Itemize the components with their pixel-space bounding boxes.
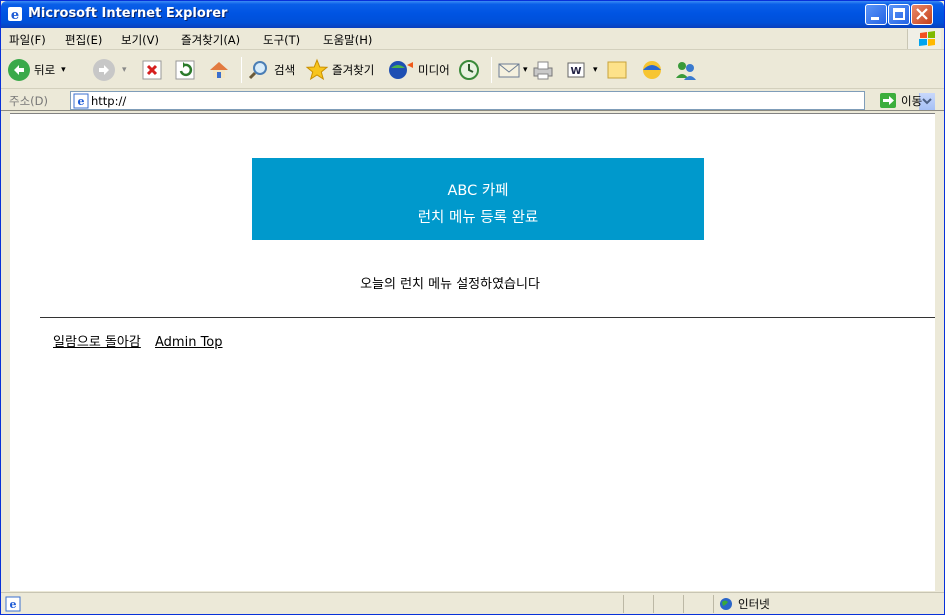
zone-label: 인터넷 — [738, 597, 770, 611]
stop-button[interactable] — [141, 57, 163, 83]
menu-view[interactable]: 보기(V) — [121, 32, 159, 48]
back-label: 뒤로 — [34, 63, 56, 77]
refresh-icon — [175, 60, 195, 80]
globe-icon — [720, 598, 732, 610]
address-input[interactable]: e http:// — [70, 91, 935, 110]
back-dropdown-icon: ▾ — [61, 65, 66, 75]
forward-arrow-icon — [93, 59, 115, 81]
minimize-icon — [871, 17, 879, 20]
close-icon — [916, 8, 928, 20]
banner-title: ABC 카페 — [447, 183, 509, 199]
media-button[interactable]: 미디어 — [387, 57, 450, 83]
mail-icon — [498, 63, 520, 78]
search-label: 검색 — [274, 63, 296, 77]
edit-button[interactable]: W ▾ — [565, 57, 598, 83]
messenger-icon — [643, 61, 661, 79]
media-label: 미디어 — [418, 63, 450, 77]
minimize-button[interactable] — [865, 4, 887, 25]
search-button[interactable]: 검색 — [247, 57, 295, 83]
edit-dropdown-icon: ▾ — [593, 65, 598, 75]
go-label: 이동 — [901, 93, 923, 108]
address-bar: 주소(D) e http:// 이동 — [1, 90, 944, 111]
address-value: http:// — [91, 94, 127, 108]
close-button[interactable] — [911, 4, 933, 25]
back-to-list-link[interactable]: 일람으로 돌아감 — [53, 335, 141, 350]
word-icon: W — [567, 62, 585, 78]
maximize-icon — [893, 8, 905, 20]
page-banner: ABC 카페 런치 메뉴 등록 완료 — [252, 158, 704, 240]
back-arrow-icon — [8, 59, 30, 81]
favorites-button[interactable]: 즐겨찾기 — [305, 57, 374, 83]
back-button[interactable]: 뒤로 ▾ — [7, 57, 66, 83]
page-icon: e — [73, 93, 89, 109]
mail-button[interactable]: ▾ — [497, 57, 528, 83]
menu-help[interactable]: 도움말(H) — [323, 32, 372, 48]
discuss-button[interactable] — [605, 57, 629, 83]
print-button[interactable] — [531, 57, 555, 83]
status-bar: e 인터넷 — [1, 592, 944, 614]
window-title: Microsoft Internet Explorer — [28, 6, 228, 21]
favorites-label: 즐겨찾기 — [332, 63, 375, 77]
stop-icon — [142, 60, 162, 80]
go-arrow-icon — [880, 93, 896, 108]
note-icon — [607, 61, 627, 79]
confirmation-message: 오늘의 런치 메뉴 설정하였습니다 — [360, 277, 540, 292]
history-icon — [459, 60, 479, 80]
star-icon — [305, 58, 329, 81]
messenger-button[interactable] — [639, 57, 665, 83]
printer-icon — [533, 61, 553, 80]
menu-favorites[interactable]: 즐겨찾기(A) — [181, 32, 240, 48]
ie-icon: e — [8, 7, 22, 22]
browser-window: e Microsoft Internet Explorer 파일(F) 편집(E… — [0, 0, 945, 615]
divider — [40, 317, 935, 318]
svg-text:W: W — [570, 66, 581, 77]
forward-dropdown-icon: ▾ — [122, 65, 127, 75]
home-button[interactable] — [207, 57, 231, 83]
page-content: ABC 카페 런치 메뉴 등록 완료 오늘의 런치 메뉴 설정하였습니다 일람으… — [10, 113, 935, 591]
forward-button[interactable]: ▾ — [92, 57, 127, 83]
banner-subtitle: 런치 메뉴 등록 완료 — [417, 210, 539, 226]
go-button[interactable]: 이동 — [879, 92, 922, 109]
menu-file[interactable]: 파일(F) — [9, 32, 46, 48]
menu-tools[interactable]: 도구(T) — [263, 32, 300, 48]
search-icon — [248, 61, 267, 80]
menu-edit[interactable]: 편집(E) — [65, 32, 102, 48]
refresh-button[interactable] — [174, 57, 196, 83]
title-bar: e Microsoft Internet Explorer — [1, 1, 944, 28]
navigation-links: 일람으로 돌아감 Admin Top — [53, 331, 233, 350]
contacts-button[interactable] — [673, 57, 699, 83]
menu-bar: 파일(F) 편집(E) 보기(V) 즐겨찾기(A) 도구(T) 도움말(H) — [1, 28, 944, 50]
history-button[interactable] — [457, 57, 481, 83]
home-icon — [210, 62, 228, 78]
address-label: 주소(D) — [9, 94, 48, 108]
security-zone: 인터넷 — [719, 596, 770, 612]
windows-flag-icon — [919, 31, 935, 46]
admin-top-link[interactable]: Admin Top — [155, 335, 223, 350]
svg-text:e: e — [10, 598, 17, 611]
toolbar: 뒤로 ▾ ▾ 검색 즐겨찾기 미디어 ▾ W ▾ — [1, 51, 944, 89]
windows-logo — [907, 29, 941, 49]
mail-dropdown-icon: ▾ — [523, 65, 528, 75]
svg-text:e: e — [11, 8, 19, 22]
page-status-icon: e — [5, 596, 21, 612]
maximize-button[interactable] — [888, 4, 910, 25]
svg-text:e: e — [78, 95, 85, 108]
media-icon — [389, 61, 413, 79]
people-icon — [676, 62, 696, 80]
